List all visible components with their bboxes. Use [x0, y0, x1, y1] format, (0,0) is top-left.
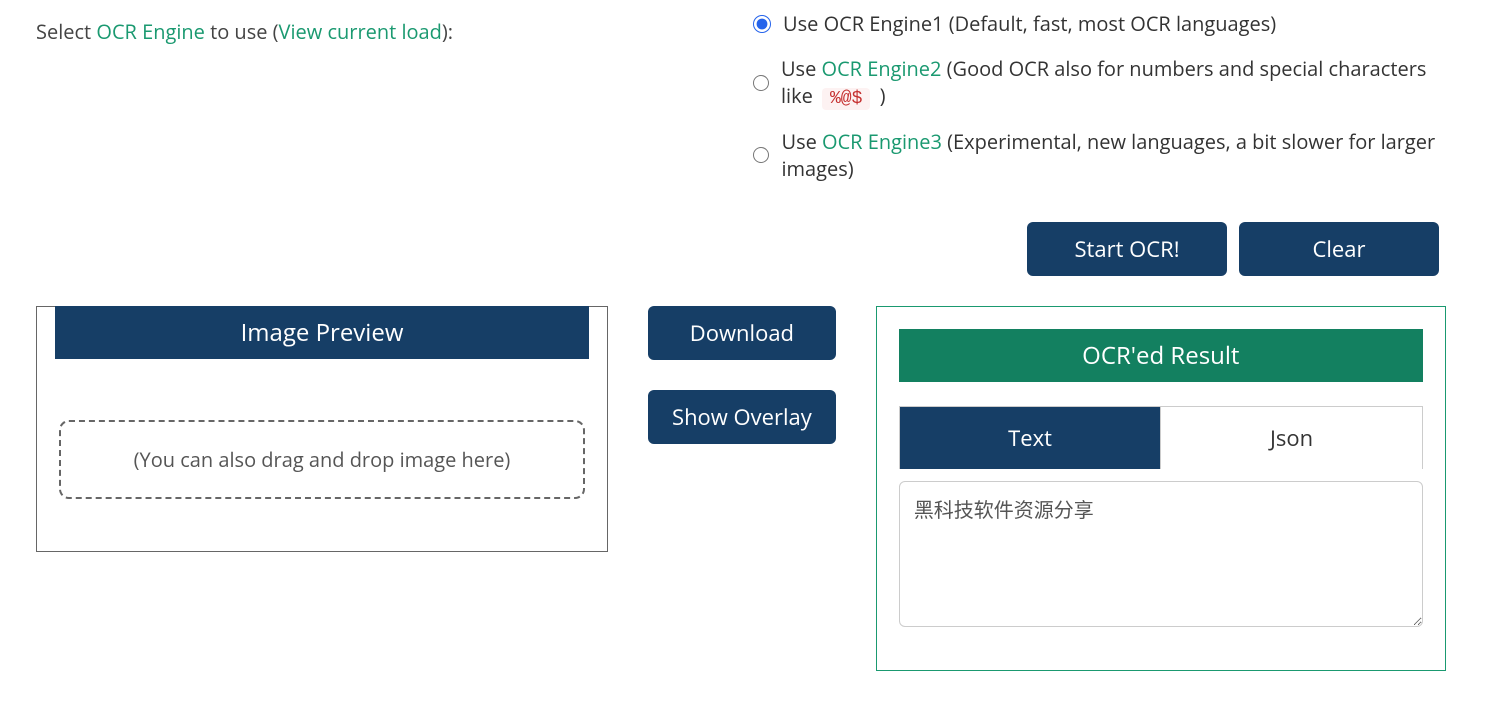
result-textarea[interactable] [899, 481, 1423, 627]
start-ocr-button[interactable]: Start OCR! [1027, 222, 1227, 276]
engine-option-2[interactable]: Use OCR Engine2 (Good OCR also for numbe… [753, 55, 1449, 110]
show-overlay-button[interactable]: Show Overlay [648, 390, 836, 444]
engine-radio-1[interactable] [753, 15, 771, 33]
image-drop-area[interactable]: (You can also drag and drop image here) [59, 420, 585, 499]
engine-option-3[interactable]: Use OCR Engine3 (Experimental, new langu… [753, 128, 1449, 182]
engine-text-2: Use OCR Engine2 (Good OCR also for numbe… [781, 55, 1449, 110]
engine-options: Use OCR Engine1 (Default, fast, most OCR… [753, 10, 1449, 182]
engine-option-1[interactable]: Use OCR Engine1 (Default, fast, most OCR… [753, 10, 1449, 37]
result-header: OCR'ed Result [899, 329, 1423, 382]
engine-text-1: Use OCR Engine1 (Default, fast, most OCR… [783, 10, 1276, 37]
engine-radio-2[interactable] [753, 74, 769, 92]
middle-buttons: Download Show Overlay [648, 306, 836, 444]
action-row: Start OCR! Clear [36, 222, 1449, 276]
select-engine-label: Select OCR Engine to use (View current l… [36, 10, 453, 45]
ocr-engine-link[interactable]: OCR Engine [96, 18, 204, 45]
image-preview-panel: Image Preview (You can also drag and dro… [36, 306, 608, 552]
clear-button[interactable]: Clear [1239, 222, 1439, 276]
tab-text[interactable]: Text [900, 407, 1161, 469]
engine2-link[interactable]: OCR Engine2 [822, 55, 942, 82]
result-tabs: Text Json [899, 406, 1423, 469]
engine-radio-3[interactable] [753, 146, 769, 164]
view-load-link[interactable]: View current load [279, 18, 442, 45]
image-preview-header: Image Preview [55, 306, 589, 359]
result-panel: OCR'ed Result Text Json [876, 306, 1446, 671]
label-mid: to use ( [205, 18, 279, 45]
engine3-link[interactable]: OCR Engine3 [822, 128, 942, 155]
special-chars-badge: %@$ [822, 88, 870, 110]
label-prefix: Select [36, 18, 96, 45]
engine-text-3: Use OCR Engine3 (Experimental, new langu… [781, 128, 1449, 182]
engine3-prefix: Use [781, 128, 822, 155]
panels-row: Image Preview (You can also drag and dro… [36, 306, 1449, 671]
engine2-tail: ) [874, 82, 885, 109]
engine2-prefix: Use [781, 55, 822, 82]
download-button[interactable]: Download [648, 306, 836, 360]
tab-json[interactable]: Json [1160, 407, 1422, 469]
label-suffix: ): [442, 18, 453, 45]
